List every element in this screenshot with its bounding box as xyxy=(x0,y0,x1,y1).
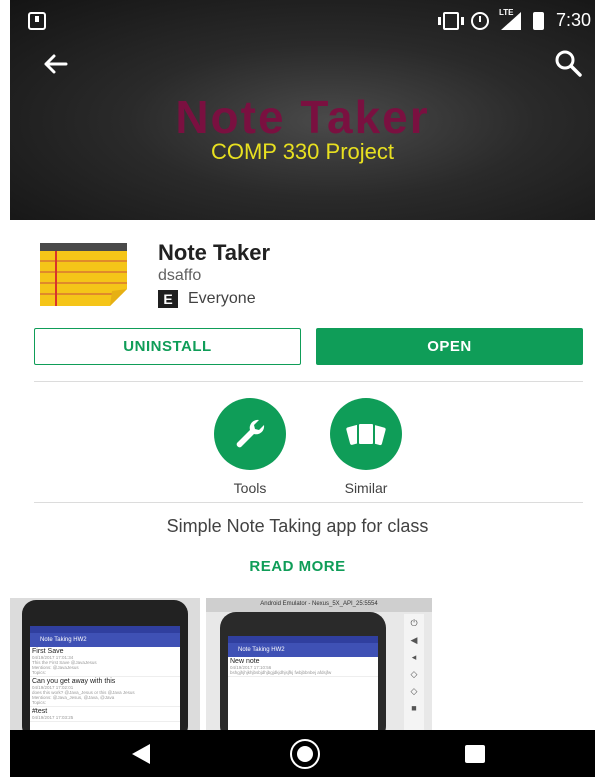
emulator-window-title: Android Emulator - Nexus_5X_API_25:5554 xyxy=(206,598,432,612)
lte-label: LTE xyxy=(498,7,514,17)
category-tools[interactable]: Tools xyxy=(206,398,294,496)
phone-screen: Note Taking HW2 First Save 04/19/2017 17… xyxy=(30,626,180,730)
volume-down-icon: ◂ xyxy=(411,652,417,662)
alarm-icon xyxy=(470,11,489,30)
app-header-banner: LTE 7:30 Note Taker COMP 330 Project xyxy=(10,0,595,220)
status-bar: LTE 7:30 xyxy=(10,0,595,40)
open-button[interactable]: OPEN xyxy=(316,328,583,365)
note-topics: Topics: xyxy=(32,700,47,705)
app-title: Note Taker xyxy=(158,240,271,265)
rotate-right-icon: ◇ xyxy=(410,686,418,696)
phone-frame: Note Taking HW2 First Save 04/19/2017 17… xyxy=(22,600,188,730)
divider xyxy=(34,502,583,503)
note-item: #test 04/19/2017 17:03:25 xyxy=(30,707,180,722)
category-similar-circle[interactable] xyxy=(330,398,402,470)
read-more-link[interactable]: READ MORE xyxy=(0,558,595,575)
developer-link[interactable]: dsaffo xyxy=(158,267,201,285)
content-rating: E Everyone xyxy=(158,290,256,308)
screenshot-2[interactable]: Android Emulator - Nexus_5X_API_25:5554 … xyxy=(206,598,432,730)
phone-frame: Note Taking HW2 New note 04/19/2017 17:1… xyxy=(220,612,386,730)
wrench-icon xyxy=(236,419,265,448)
nav-home-icon[interactable] xyxy=(290,739,320,769)
content-rating-label: Everyone xyxy=(188,290,256,307)
note-title: First Save xyxy=(32,648,64,655)
banner-subtitle: COMP 330 Project xyxy=(210,139,394,164)
search-icon[interactable] xyxy=(553,48,583,78)
download-notification-icon xyxy=(28,12,46,30)
screenshot-carousel[interactable]: Note Taking HW2 First Save 04/19/2017 17… xyxy=(10,598,595,730)
navigation-bar xyxy=(10,730,595,777)
camera-icon: ■ xyxy=(411,703,417,713)
category-similar[interactable]: Similar xyxy=(322,398,410,496)
app-icon xyxy=(40,243,127,306)
note-title: #test xyxy=(32,708,48,715)
note-date: 04/19/2017 17:03:25 xyxy=(32,715,74,720)
category-tools-label: Tools xyxy=(233,480,267,496)
signal-icon: LTE xyxy=(499,8,521,30)
power-icon: ⏻ xyxy=(410,618,418,628)
category-similar-label: Similar xyxy=(344,480,388,496)
note-title: New note xyxy=(230,658,260,665)
phone-screen: Note Taking HW2 New note 04/19/2017 17:1… xyxy=(228,636,378,730)
note-body: bshgjhjhjkhjbsbjdhjbgjdkjdhjsjfkj fwbjbb… xyxy=(230,670,332,675)
category-tools-circle[interactable] xyxy=(214,398,286,470)
battery-icon xyxy=(532,11,544,30)
screen-status-bar xyxy=(30,626,180,633)
app-description: Simple Note Taking app for class xyxy=(166,516,429,536)
emulator-sidebar: ⏻ ◀ ◂ ◇ ◇ ■ xyxy=(404,614,424,730)
note-title: Can you get away with this xyxy=(32,678,116,685)
rating-e-icon: E xyxy=(158,290,178,308)
rotate-icon: ◇ xyxy=(410,669,418,679)
screen-app-bar: Note Taking HW2 xyxy=(30,633,180,647)
nav-recents-icon[interactable] xyxy=(465,745,485,763)
screen-status-bar xyxy=(228,636,378,643)
cards-icon xyxy=(346,422,386,446)
divider xyxy=(34,381,583,382)
status-time: 7:30 xyxy=(555,10,591,30)
uninstall-button[interactable]: UNINSTALL xyxy=(34,328,301,365)
nav-back-icon[interactable] xyxy=(132,744,150,764)
note-topics: Topics: xyxy=(32,670,47,675)
volume-up-icon: ◀ xyxy=(410,635,418,645)
back-arrow-icon[interactable] xyxy=(38,46,74,82)
vibrate-icon xyxy=(437,11,464,30)
screen-app-bar: Note Taking HW2 xyxy=(228,643,378,657)
screenshot-1[interactable]: Note Taking HW2 First Save 04/19/2017 17… xyxy=(10,598,200,730)
note-item: First Save 04/19/2017 17:01:34 This the … xyxy=(30,647,180,677)
note-item: Can you get away with this 04/19/2017 17… xyxy=(30,677,180,707)
note-item: New note 04/19/2017 17:10:56 bshgjhjhjkh… xyxy=(228,657,378,677)
banner-title: Note Taker xyxy=(175,91,430,143)
